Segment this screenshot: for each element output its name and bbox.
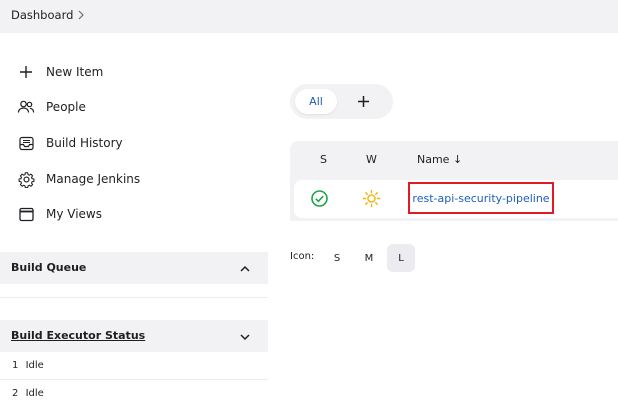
- icon-size-label: Icon:: [290, 251, 315, 262]
- sidebar-item-people[interactable]: People: [16, 96, 86, 118]
- plus-icon: [16, 62, 36, 82]
- sidebar-item-label: New Item: [46, 65, 104, 79]
- column-weather[interactable]: W: [366, 153, 377, 166]
- breadcrumb-bar: Dashboard: [0, 0, 618, 33]
- view-tabs: All: [290, 84, 393, 119]
- sunny-icon: [362, 189, 381, 208]
- column-name[interactable]: Name ↓: [417, 153, 462, 166]
- executor-number: 2: [12, 388, 19, 399]
- job-link-rest-api-security-pipeline[interactable]: rest-api-security-pipeline: [408, 182, 554, 214]
- sidebar-item-manage-jenkins[interactable]: Manage Jenkins: [16, 168, 140, 190]
- jobs-table-header: S W Name ↓: [290, 141, 618, 177]
- executor-row: 2 Idle: [12, 388, 44, 399]
- add-view-icon[interactable]: [354, 92, 373, 111]
- people-icon: [16, 97, 36, 117]
- executor-status-title[interactable]: Build Executor Status: [11, 329, 145, 342]
- build-queue-header[interactable]: Build Queue: [0, 252, 268, 284]
- sidebar-item-label: Build History: [46, 136, 123, 150]
- executor-state: Idle: [25, 388, 44, 399]
- success-check-icon: [311, 190, 328, 207]
- sidebar-item-label: People: [46, 100, 86, 114]
- chevron-up-icon[interactable]: [238, 262, 252, 276]
- sidebar-item-label: Manage Jenkins: [46, 172, 141, 186]
- chevron-down-icon[interactable]: [238, 330, 252, 344]
- executor-row: 1 Idle: [12, 360, 44, 371]
- breadcrumb-dashboard[interactable]: Dashboard: [11, 8, 73, 22]
- icon-size-l-button[interactable]: L: [387, 244, 415, 272]
- divider: [0, 379, 268, 380]
- window-icon: [16, 204, 36, 224]
- gear-icon: [16, 169, 36, 189]
- sidebar-item-new-item[interactable]: New Item: [16, 61, 103, 83]
- sidebar-item-my-views[interactable]: My Views: [16, 203, 102, 225]
- sidebar-item-label: My Views: [46, 207, 102, 221]
- executor-state: Idle: [25, 360, 44, 371]
- icon-size-m-button[interactable]: M: [355, 244, 383, 272]
- executor-number: 1: [12, 360, 19, 371]
- executor-status-header[interactable]: Build Executor Status: [0, 320, 268, 352]
- inbox-icon: [16, 133, 36, 153]
- column-status[interactable]: S: [320, 153, 327, 166]
- icon-size-s-button[interactable]: S: [323, 244, 351, 272]
- tab-all[interactable]: All: [295, 89, 337, 114]
- sidebar-item-build-history[interactable]: Build History: [16, 132, 123, 154]
- divider: [0, 297, 268, 298]
- build-queue-title: Build Queue: [11, 261, 87, 274]
- chevron-right-icon[interactable]: [76, 10, 86, 20]
